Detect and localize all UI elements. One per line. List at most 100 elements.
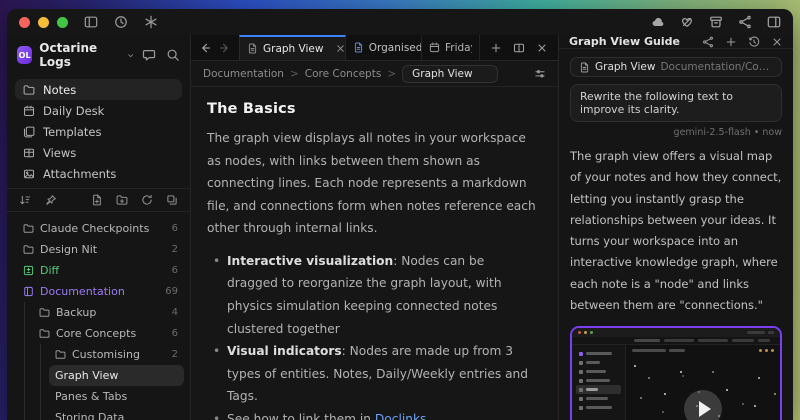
tab-title: Organised Notes — [369, 42, 422, 54]
file-icon — [353, 42, 364, 53]
book-icon — [23, 286, 34, 297]
chevron-down-icon — [126, 50, 135, 61]
tree-item-backup[interactable]: Backup 4 — [33, 302, 184, 323]
tree-item-panes-tabs[interactable]: Panes & Tabs — [49, 386, 184, 407]
refresh-icon[interactable] — [141, 194, 153, 206]
graph-nodes-dots — [634, 365, 636, 367]
context-chip[interactable]: Graph View Documentation/Core Concepts — [570, 57, 782, 77]
close-window-button[interactable] — [19, 17, 30, 28]
tree-item-diff[interactable]: Diff 6 — [17, 260, 184, 281]
doclinks-link[interactable]: Doclinks — [375, 412, 426, 420]
cloud-sync-icon[interactable] — [651, 15, 665, 29]
workspace-switcher[interactable]: OL Octarine Logs — [7, 35, 190, 73]
tree-item-customising[interactable]: Customising 2 — [49, 344, 184, 365]
mini-sidebar — [572, 345, 626, 420]
close-tab-icon[interactable] — [335, 43, 345, 54]
tab-graph-view[interactable]: Graph View Documentation — [239, 35, 346, 60]
tune-filter-icon[interactable] — [534, 68, 546, 80]
folder-icon — [23, 223, 34, 234]
new-file-icon[interactable] — [91, 194, 103, 206]
nav-label: Notes — [43, 83, 76, 97]
diff-icon — [23, 265, 34, 276]
sort-icon[interactable] — [19, 194, 31, 206]
zoom-window-button[interactable] — [57, 17, 68, 28]
heart-doodle-icon[interactable] — [680, 15, 694, 29]
image-icon — [23, 168, 35, 180]
file-tree: Claude Checkpoints 6 Design Nit 2 Diff 6 — [7, 212, 190, 420]
tree-item-claude-checkpoints[interactable]: Claude Checkpoints 6 — [17, 218, 184, 239]
desktop-wallpaper: OL Octarine Logs Notes Daily — [0, 0, 800, 420]
tree-item-design-nit[interactable]: Design Nit 2 — [17, 239, 184, 260]
archive-icon[interactable] — [709, 15, 723, 29]
video-preview[interactable] — [570, 326, 782, 420]
search-icon[interactable] — [166, 48, 180, 62]
tree-label: Diff — [40, 264, 59, 277]
new-tab-icon[interactable] — [490, 42, 502, 54]
close-pane-icon[interactable] — [536, 42, 548, 54]
sidebar-item-attachments[interactable]: Attachments — [15, 163, 182, 184]
folder-icon — [23, 244, 34, 255]
clock-icon[interactable] — [114, 15, 128, 29]
breadcrumb-separator: > — [387, 68, 396, 80]
nav-label: Templates — [43, 125, 101, 139]
ai-panel-title: Graph View Guide — [569, 35, 680, 48]
close-panel-icon[interactable] — [771, 36, 783, 48]
split-pane-icon[interactable] — [513, 42, 525, 54]
sparkle-asterisk-icon[interactable] — [144, 15, 158, 29]
tree-label: Documentation — [40, 285, 125, 298]
forward-arrow-icon[interactable] — [219, 42, 231, 54]
ai-response-text: The graph view offers a visual map of yo… — [570, 146, 782, 316]
new-chat-icon[interactable] — [725, 36, 737, 48]
table-icon — [23, 147, 35, 159]
folder-icon — [39, 328, 50, 339]
minimize-window-button[interactable] — [38, 17, 49, 28]
play-button[interactable] — [684, 390, 722, 420]
tree-item-core-concepts[interactable]: Core Concepts 6 — [33, 323, 184, 344]
new-folder-icon[interactable] — [116, 194, 128, 206]
note-title-input[interactable] — [402, 65, 498, 83]
file-icon — [247, 43, 258, 54]
ai-network-icon[interactable] — [702, 36, 714, 48]
history-icon[interactable] — [748, 36, 760, 48]
tree-label: Design Nit — [40, 243, 97, 256]
mini-app-body — [572, 345, 780, 420]
app-window: OL Octarine Logs Notes Daily — [7, 9, 793, 420]
toggle-left-sidebar-icon[interactable] — [84, 15, 98, 29]
collapse-all-icon[interactable] — [166, 194, 178, 206]
tree-item-documentation[interactable]: Documentation 69 — [17, 281, 184, 302]
breadcrumb-item[interactable]: Core Concepts — [305, 68, 382, 80]
ai-network-icon[interactable] — [738, 15, 752, 29]
file-icon — [579, 62, 590, 73]
folder-icon — [23, 84, 35, 96]
tree-item-storing-data[interactable]: Storing Data — [49, 407, 184, 420]
workspace-avatar: OL — [17, 46, 32, 64]
tab-title: Friday, D — [445, 42, 472, 54]
pin-icon[interactable] — [45, 194, 57, 206]
bullet-list: Interactive visualization: Nodes can be … — [207, 250, 538, 420]
tree-count: 6 — [172, 265, 178, 276]
sidebar-item-views[interactable]: Views — [15, 142, 182, 163]
response-meta: gemini-2.5-flash • now — [570, 127, 782, 138]
sidebar-item-templates[interactable]: Templates — [15, 121, 182, 142]
note-content[interactable]: The Basics The graph view displays all n… — [191, 87, 558, 420]
tree-label: Panes & Tabs — [55, 390, 127, 403]
nav-label: Daily Desk — [43, 104, 104, 118]
left-sidebar: OL Octarine Logs Notes Daily — [7, 35, 190, 420]
sidebar-item-notes[interactable]: Notes — [15, 79, 182, 100]
mini-tabstrip — [572, 337, 780, 345]
tab-organised-notes[interactable]: Organised Notes — [346, 35, 422, 60]
tab-friday[interactable]: Friday, D — [422, 35, 480, 60]
ai-panel-header: Graph View Guide — [559, 35, 793, 49]
tree-label: Graph View — [55, 369, 118, 382]
sidebar-item-daily-desk[interactable]: Daily Desk — [15, 100, 182, 121]
breadcrumb-item[interactable]: Documentation — [203, 68, 284, 80]
model-name: gemini-2.5-flash — [674, 127, 751, 138]
editor-pane: Graph View Documentation Organised Notes… — [191, 35, 558, 420]
tree-count: 69 — [165, 286, 178, 297]
tree-item-graph-view[interactable]: Graph View — [49, 365, 184, 386]
toggle-right-sidebar-icon[interactable] — [767, 15, 781, 29]
back-arrow-icon[interactable] — [199, 42, 211, 54]
chat-icon[interactable] — [142, 48, 156, 62]
paragraph: The graph view displays all notes in you… — [207, 127, 538, 240]
nav-label: Attachments — [43, 167, 116, 181]
